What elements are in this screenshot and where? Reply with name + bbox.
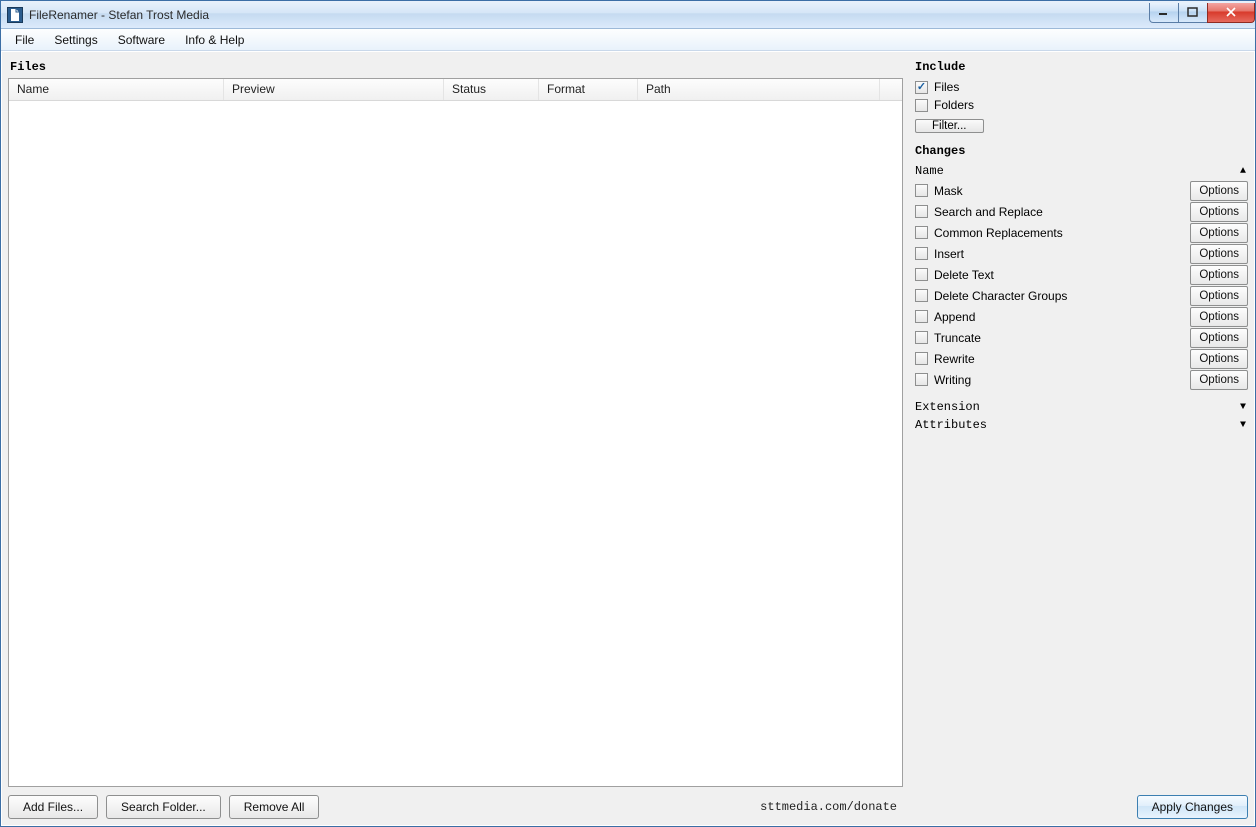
- mask-label: Mask: [934, 184, 963, 198]
- insert-checkbox[interactable]: [915, 247, 928, 260]
- search-replace-options-button[interactable]: Options: [1190, 202, 1248, 222]
- change-insert: Insert Options: [913, 243, 1248, 264]
- window-controls: [1150, 3, 1255, 23]
- close-button[interactable]: [1207, 3, 1255, 23]
- change-writing: Writing Options: [913, 369, 1248, 390]
- group-name-label: Name: [915, 164, 944, 178]
- app-window: FileRenamer - Stefan Trost Media File Se…: [0, 0, 1256, 827]
- truncate-checkbox[interactable]: [915, 331, 928, 344]
- truncate-options-button[interactable]: Options: [1190, 328, 1248, 348]
- search-replace-checkbox[interactable]: [915, 205, 928, 218]
- files-table-header: Name Preview Status Format Path: [9, 79, 902, 101]
- common-replacements-checkbox[interactable]: [915, 226, 928, 239]
- writing-options-button[interactable]: Options: [1190, 370, 1248, 390]
- change-rewrite: Rewrite Options: [913, 348, 1248, 369]
- writing-checkbox[interactable]: [915, 373, 928, 386]
- maximize-button[interactable]: [1178, 3, 1208, 23]
- rewrite-checkbox[interactable]: [915, 352, 928, 365]
- include-heading: Include: [913, 58, 1248, 78]
- append-options-button[interactable]: Options: [1190, 307, 1248, 327]
- mask-checkbox[interactable]: [915, 184, 928, 197]
- group-name[interactable]: Name ▲: [913, 162, 1248, 180]
- include-folders-label: Folders: [934, 98, 974, 112]
- window-title: FileRenamer - Stefan Trost Media: [29, 8, 209, 22]
- menu-info-help[interactable]: Info & Help: [175, 31, 254, 49]
- col-spacer: [880, 79, 902, 100]
- files-toolbar: Add Files... Search Folder... Remove All…: [8, 787, 903, 819]
- truncate-label: Truncate: [934, 331, 981, 345]
- group-attributes-label: Attributes: [915, 418, 987, 432]
- change-search-replace: Search and Replace Options: [913, 201, 1248, 222]
- rewrite-label: Rewrite: [934, 352, 975, 366]
- delete-text-label: Delete Text: [934, 268, 994, 282]
- titlebar[interactable]: FileRenamer - Stefan Trost Media: [1, 1, 1255, 29]
- apply-changes-button[interactable]: Apply Changes: [1137, 795, 1248, 819]
- change-common-replacements: Common Replacements Options: [913, 222, 1248, 243]
- collapse-up-icon: ▲: [1240, 166, 1246, 177]
- common-replacements-options-button[interactable]: Options: [1190, 223, 1248, 243]
- options-panel: Include Files Folders Filter... Changes …: [913, 58, 1248, 819]
- include-folders-checkbox[interactable]: [915, 99, 928, 112]
- include-files-row: Files: [913, 78, 1248, 96]
- search-folder-button[interactable]: Search Folder...: [106, 795, 221, 819]
- include-files-checkbox[interactable]: [915, 81, 928, 94]
- donate-link[interactable]: sttmedia.com/donate: [760, 800, 903, 814]
- expand-down-icon: ▼: [1240, 402, 1246, 413]
- delete-character-groups-options-button[interactable]: Options: [1190, 286, 1248, 306]
- rewrite-options-button[interactable]: Options: [1190, 349, 1248, 369]
- delete-character-groups-label: Delete Character Groups: [934, 289, 1067, 303]
- menu-file[interactable]: File: [5, 31, 44, 49]
- group-extension[interactable]: Extension ▼: [913, 398, 1248, 416]
- include-folders-row: Folders: [913, 96, 1248, 114]
- menubar: File Settings Software Info & Help: [1, 29, 1255, 51]
- files-table-body[interactable]: [9, 101, 902, 786]
- insert-options-button[interactable]: Options: [1190, 244, 1248, 264]
- append-checkbox[interactable]: [915, 310, 928, 323]
- include-files-label: Files: [934, 80, 959, 94]
- change-mask: Mask Options: [913, 180, 1248, 201]
- search-replace-label: Search and Replace: [934, 205, 1043, 219]
- append-label: Append: [934, 310, 975, 324]
- col-preview[interactable]: Preview: [224, 79, 444, 100]
- col-status[interactable]: Status: [444, 79, 539, 100]
- files-panel: Files Name Preview Status Format Path Ad…: [8, 58, 903, 819]
- add-files-button[interactable]: Add Files...: [8, 795, 98, 819]
- col-format[interactable]: Format: [539, 79, 638, 100]
- mask-options-button[interactable]: Options: [1190, 181, 1248, 201]
- files-table[interactable]: Name Preview Status Format Path: [8, 78, 903, 787]
- delete-text-options-button[interactable]: Options: [1190, 265, 1248, 285]
- changes-heading: Changes: [913, 142, 1248, 162]
- change-delete-text: Delete Text Options: [913, 264, 1248, 285]
- remove-all-button[interactable]: Remove All: [229, 795, 320, 819]
- client-area: Files Name Preview Status Format Path Ad…: [1, 51, 1255, 826]
- delete-character-groups-checkbox[interactable]: [915, 289, 928, 302]
- change-delete-character-groups: Delete Character Groups Options: [913, 285, 1248, 306]
- menu-software[interactable]: Software: [108, 31, 175, 49]
- insert-label: Insert: [934, 247, 964, 261]
- change-truncate: Truncate Options: [913, 327, 1248, 348]
- app-icon: [7, 7, 23, 23]
- change-append: Append Options: [913, 306, 1248, 327]
- expand-down-icon: ▼: [1240, 420, 1246, 431]
- writing-label: Writing: [934, 373, 971, 387]
- menu-settings[interactable]: Settings: [44, 31, 107, 49]
- filter-button[interactable]: Filter...: [915, 119, 984, 133]
- col-name[interactable]: Name: [9, 79, 224, 100]
- files-heading: Files: [8, 58, 903, 78]
- common-replacements-label: Common Replacements: [934, 226, 1063, 240]
- delete-text-checkbox[interactable]: [915, 268, 928, 281]
- group-extension-label: Extension: [915, 400, 980, 414]
- col-path[interactable]: Path: [638, 79, 880, 100]
- minimize-button[interactable]: [1149, 3, 1179, 23]
- group-attributes[interactable]: Attributes ▼: [913, 416, 1248, 434]
